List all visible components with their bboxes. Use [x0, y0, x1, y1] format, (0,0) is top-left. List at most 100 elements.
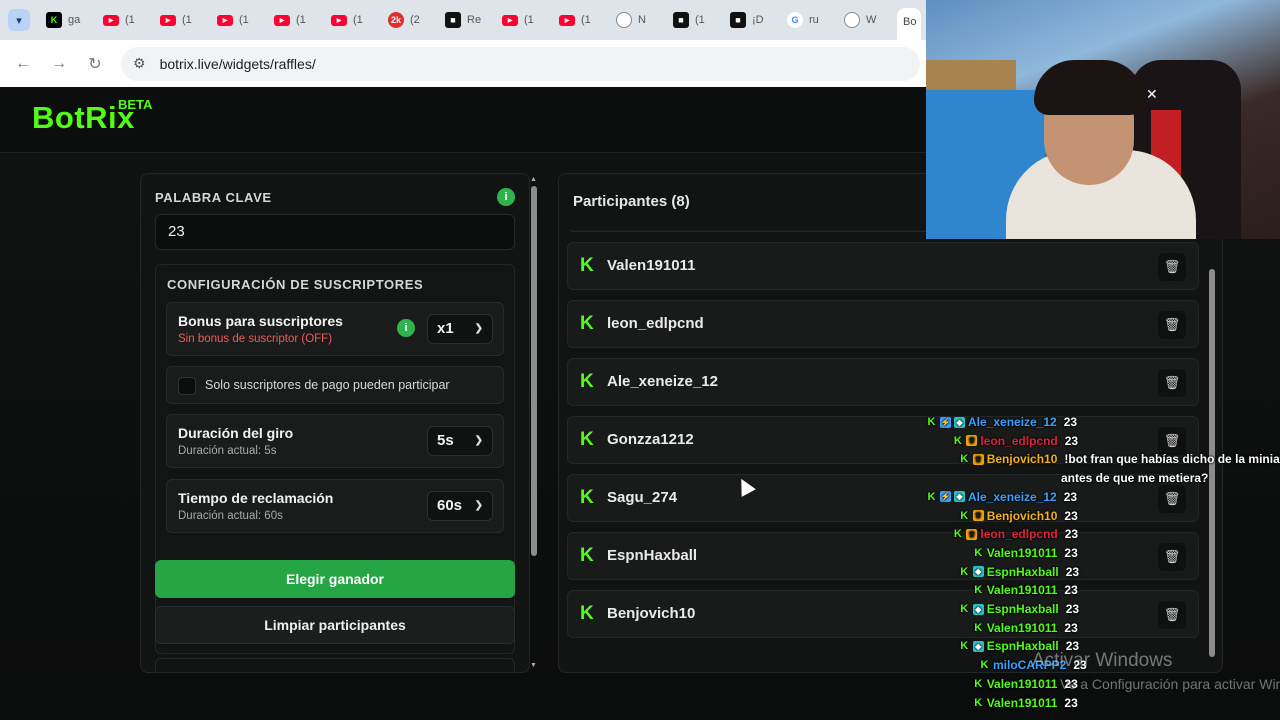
chat-username[interactable]: Valen191011: [987, 696, 1058, 710]
spin-duration-card: Duración del giro Duración actual: 5s 5s…: [166, 414, 504, 468]
browser-tab-label: N: [638, 14, 646, 26]
chat-username[interactable]: Benjovich10: [987, 452, 1058, 466]
browser-tab[interactable]: (1: [555, 0, 612, 40]
bonus-select-value: x1: [437, 320, 454, 337]
browser-tab[interactable]: (1: [213, 0, 270, 40]
browser-tab[interactable]: 2k (2: [384, 0, 441, 40]
subscriber-bonus-card: Bonus para suscriptores Sin bonus de sus…: [166, 302, 504, 356]
browser-tab[interactable]: Gru: [783, 0, 840, 40]
pick-winner-button[interactable]: Elegir ganador: [155, 560, 515, 598]
url-text: botrix.live/widgets/raffles/: [159, 55, 316, 72]
chat-message: antes de que me metiera?: [1061, 469, 1208, 487]
kick-badge-icon: K: [960, 603, 969, 615]
chevron-down-icon: ❯: [474, 500, 483, 511]
browser-tab-label: (1: [182, 14, 192, 26]
browser-tab-label: (1: [524, 14, 534, 26]
trash-icon[interactable]: 🗑: [1158, 311, 1186, 339]
participant-row: K Ale_xeneize_12 🗑: [567, 358, 1199, 406]
keyword-input[interactable]: 23: [155, 214, 515, 250]
browser-tab[interactable]: ■ (1: [669, 0, 726, 40]
chat-username[interactable]: Valen191011: [987, 546, 1058, 560]
chevron-down-icon: ❯: [474, 435, 483, 446]
kick-badge-icon: K: [974, 546, 983, 559]
kick-icon: K: [580, 487, 594, 508]
crown-badge-icon: ♛: [966, 435, 978, 447]
bolt-badge-icon: ⚡: [940, 416, 951, 428]
activate-windows-subtitle: Ve a Configuración para activar Windows.: [1060, 676, 1280, 692]
paid-only-card[interactable]: Solo suscriptores de pago pueden partici…: [166, 366, 504, 404]
chat-message: K ♛ leon_edlpcnd 23: [952, 432, 1078, 450]
chat-message: K ⚡ ◆ Ale_xeneize_12 23: [926, 413, 1078, 431]
spin-duration-select[interactable]: 5s ❯: [427, 426, 493, 456]
chat-username[interactable]: Ale_xeneize_12: [968, 415, 1057, 429]
kick-badge-icon: K: [974, 621, 983, 634]
close-icon[interactable]: ✕: [1146, 86, 1158, 103]
site-settings-icon[interactable]: ⚙: [133, 55, 146, 72]
scroll-up-icon[interactable]: ▲: [530, 176, 537, 183]
browser-tab-label: (1: [125, 14, 135, 26]
browser-tab-label: W: [866, 14, 877, 26]
participant-row: Kleon_edlpcnd 🗑: [567, 300, 1199, 348]
subscriber-config-title: CONFIGURACIÓN DE SUSCRIPTORES: [167, 277, 424, 292]
chat-username[interactable]: Valen191011: [987, 583, 1058, 597]
browser-tab[interactable]: (1: [270, 0, 327, 40]
claim-time-select[interactable]: 60s ❯: [427, 491, 493, 521]
bonus-info-icon[interactable]: i: [397, 319, 415, 337]
participant-name: Valen191011: [607, 257, 696, 274]
trash-icon[interactable]: 🗑: [1158, 253, 1186, 281]
browser-tab[interactable]: W: [840, 0, 897, 40]
paid-only-checkbox[interactable]: [178, 377, 196, 395]
kick-icon: K: [580, 603, 594, 624]
browser-tab[interactable]: (1: [498, 0, 555, 40]
browser-tab[interactable]: (1: [99, 0, 156, 40]
forward-icon[interactable]: →: [41, 55, 77, 73]
browser-tab[interactable]: N: [612, 0, 669, 40]
clear-participants-button[interactable]: Limpiar participantes: [155, 606, 515, 644]
kick-badge-icon: K: [974, 584, 983, 597]
chat-message: K ♛ Benjovich10 !bot fran que habías dicho …: [959, 450, 1280, 468]
left-scrollbar[interactable]: ▲ ▼: [530, 176, 537, 669]
participant-name: Ale_xeneize_12: [607, 373, 718, 390]
chat-username[interactable]: Valen191011: [987, 677, 1058, 691]
participant-name: EspnHaxball: [607, 547, 698, 564]
keyword-info-icon[interactable]: i: [497, 188, 515, 206]
browser-tab[interactable]: ■ Re: [441, 0, 498, 40]
url-input[interactable]: ⚙ botrix.live/widgets/raffles/: [121, 46, 920, 81]
claim-time-card: Tiempo de reclamación Duración actual: 6…: [166, 479, 504, 533]
browser-tab[interactable]: Kga: [42, 0, 99, 40]
active-tab[interactable]: Bo: [897, 8, 921, 40]
browser-tab-label: (2: [410, 14, 420, 26]
chat-message-text: 23: [1064, 508, 1078, 523]
chat-username[interactable]: leon_edlpcnd: [980, 527, 1057, 541]
chat-message-text: 23: [1064, 583, 1078, 598]
browser-tab[interactable]: ■ ¡D: [726, 0, 783, 40]
chat-username[interactable]: Valen191011: [987, 621, 1058, 635]
yt-favicon-icon: [217, 14, 233, 26]
chat-message: K ♛ Benjovich10 23: [959, 507, 1078, 525]
reload-icon[interactable]: ↻: [77, 54, 113, 74]
chat-message: K Valen191011 23: [973, 544, 1078, 562]
chat-message: K Valen191011 23: [973, 581, 1078, 599]
person-hair: [1034, 60, 1144, 115]
left-scrollbar-thumb[interactable]: [531, 186, 537, 556]
yt-favicon-icon: [502, 14, 518, 26]
scroll-down-icon[interactable]: ▼: [530, 662, 537, 669]
yt-favicon-icon: [559, 14, 575, 26]
tab-search-menu-icon[interactable]: ▾: [8, 9, 30, 31]
browser-tab[interactable]: (1: [327, 0, 384, 40]
bonus-select[interactable]: x1 ❯: [427, 314, 493, 344]
kick-badge-icon: K: [974, 696, 983, 709]
browser-tab[interactable]: (1: [156, 0, 213, 40]
keyword-label: PALABRA CLAVE: [155, 190, 272, 205]
trash-icon[interactable]: 🗑: [1158, 369, 1186, 397]
chat-username[interactable]: leon_edlpcnd: [980, 434, 1057, 448]
chat-username[interactable]: Ale_xeneize_12: [968, 490, 1057, 504]
round-favicon-icon: [844, 12, 860, 28]
browser-tab-label: (1: [353, 14, 363, 26]
chat-username[interactable]: EspnHaxball: [987, 565, 1059, 579]
chat-username[interactable]: EspnHaxball: [987, 602, 1059, 616]
back-icon[interactable]: ←: [5, 55, 41, 73]
chat-username[interactable]: Benjovich10: [987, 509, 1058, 523]
gift-badge-icon: ◆: [972, 566, 984, 578]
kick-badge-icon: K: [960, 453, 969, 466]
